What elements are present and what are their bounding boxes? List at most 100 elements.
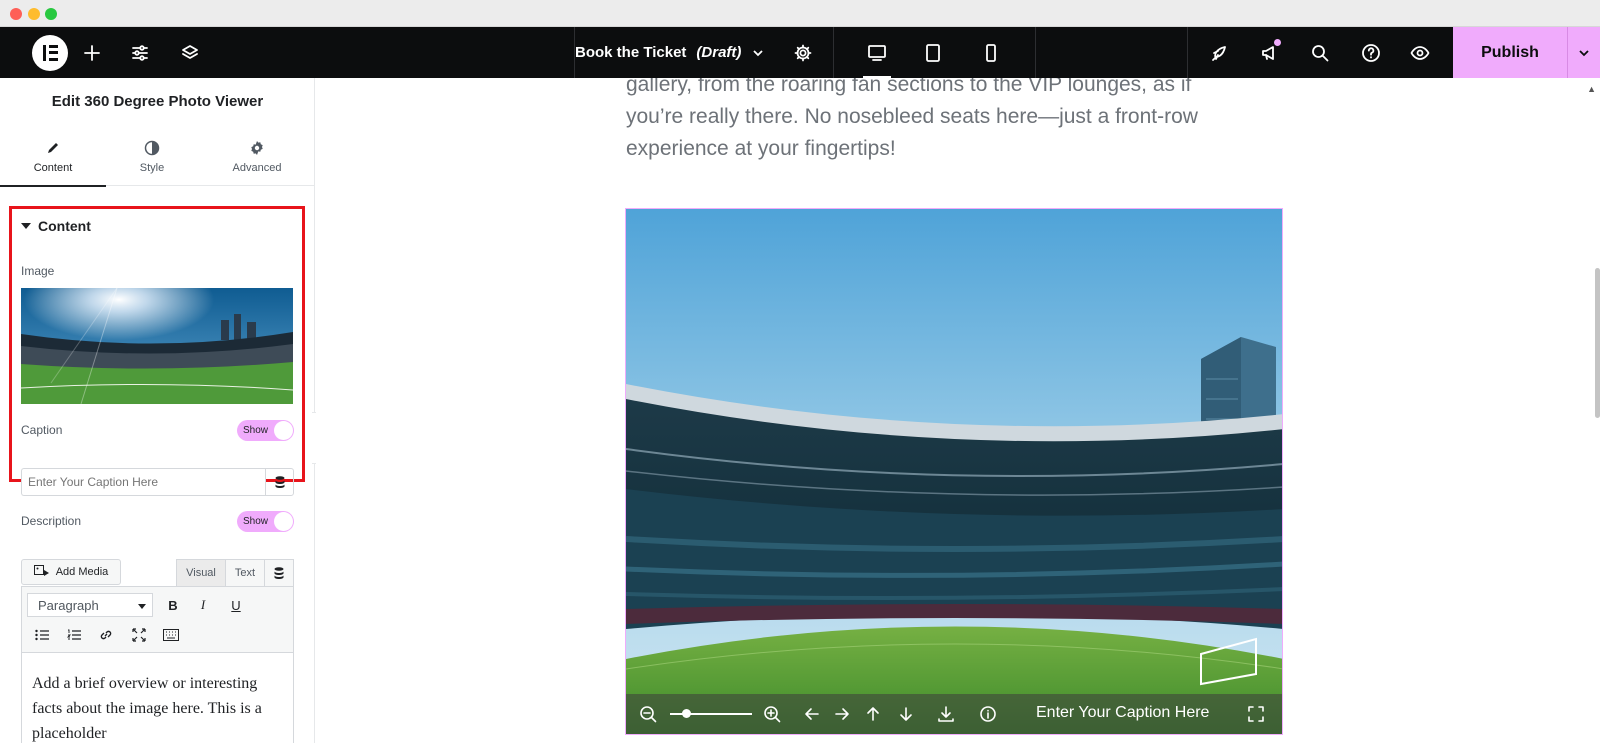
stadium-panorama	[626, 209, 1282, 734]
chevron-down-icon	[753, 49, 764, 56]
page-canvas: gallery, from the roaring fan sections t…	[316, 78, 1600, 743]
info-button[interactable]	[978, 704, 998, 724]
tab-style-label: Style	[139, 162, 165, 174]
numbered-list-icon	[67, 629, 81, 640]
keyboard-icon	[163, 629, 179, 641]
preview-button[interactable]	[1400, 27, 1440, 78]
rocket-icon	[1212, 45, 1226, 61]
zoom-in-button[interactable]	[762, 704, 782, 724]
tablet-view-button[interactable]	[913, 27, 953, 78]
arrow-down-icon	[900, 707, 912, 721]
description-toggle-label: Show	[243, 516, 269, 527]
description-toggle[interactable]: Show	[237, 511, 294, 532]
viewer-caption: Enter Your Caption Here	[1036, 704, 1210, 721]
zoom-slider-handle[interactable]	[682, 709, 691, 718]
add-media-button[interactable]: Add Media	[21, 559, 121, 585]
link-icon	[100, 630, 112, 640]
zoom-out-icon	[640, 706, 657, 723]
fullscreen-icon	[1248, 706, 1264, 722]
fullscreen-button[interactable]	[1246, 704, 1266, 724]
mobile-view-button[interactable]	[971, 27, 1011, 78]
format-select[interactable]: Paragraph	[27, 593, 153, 617]
page-title: Book the Ticket	[575, 44, 687, 61]
editor-tab-text[interactable]: Text	[225, 559, 265, 587]
editor-content[interactable]: Add a brief overview or interesting fact…	[21, 652, 294, 743]
half-circle-icon	[144, 140, 160, 156]
dynamic-tags-button[interactable]	[265, 468, 294, 496]
bold-button[interactable]: B	[162, 594, 184, 616]
link-button[interactable]	[95, 624, 117, 646]
tab-style[interactable]: Style	[99, 128, 205, 186]
panel-tabs: Content Style Advanced	[0, 128, 314, 187]
numbered-list-button[interactable]	[63, 624, 85, 646]
canvas-scrollbar[interactable]	[1595, 268, 1600, 418]
caption-toggle[interactable]: Show	[237, 420, 294, 441]
editor-topbar: Book the Ticket (Draft) Publish	[0, 27, 1600, 78]
chevron-down-icon	[1579, 49, 1589, 56]
pencil-icon	[48, 143, 58, 153]
add-element-button[interactable]	[72, 27, 112, 78]
desktop-view-button[interactable]	[855, 27, 899, 78]
plus-icon	[84, 44, 100, 61]
publish-button[interactable]: Publish	[1453, 27, 1567, 78]
editor-panel: Edit 360 Degree Photo Viewer Content Sty…	[0, 78, 315, 743]
viewer-controls: Enter Your Caption Here	[626, 694, 1282, 734]
format-select-value: Paragraph	[38, 598, 99, 613]
maximize-window-button[interactable]	[45, 8, 57, 20]
site-settings-button[interactable]	[120, 27, 160, 78]
italic-button[interactable]: I	[192, 594, 214, 616]
panel-title: Edit 360 Degree Photo Viewer	[51, 93, 264, 110]
layers-icon	[182, 44, 198, 59]
publish-options-button[interactable]	[1568, 27, 1600, 78]
pan-down-button[interactable]	[896, 704, 916, 724]
italic-icon: I	[200, 597, 206, 612]
help-button[interactable]	[1351, 27, 1391, 78]
caption-toggle-label: Show	[243, 425, 269, 436]
page-settings-button[interactable]	[783, 27, 823, 78]
page-status: (Draft)	[696, 44, 742, 61]
tablet-icon	[926, 43, 940, 62]
close-window-button[interactable]	[10, 8, 22, 20]
bullet-list-button[interactable]	[31, 624, 53, 646]
pan-left-button[interactable]	[802, 704, 822, 724]
help-icon	[1362, 43, 1380, 62]
tab-content[interactable]: Content	[0, 128, 106, 187]
editor-tab-visual[interactable]: Visual	[176, 559, 226, 587]
photo-viewer-360[interactable]: Enter Your Caption Here	[625, 208, 1283, 735]
arrow-up-icon	[867, 707, 879, 721]
launchpad-button[interactable]	[1200, 27, 1240, 78]
arrow-left-icon	[805, 708, 819, 720]
body-paragraph: gallery, from the roaring fan sections t…	[626, 78, 1198, 160]
pan-right-button[interactable]	[832, 704, 852, 724]
download-icon	[938, 706, 954, 722]
underline-button[interactable]: U	[225, 594, 247, 616]
tab-advanced[interactable]: Advanced	[204, 128, 310, 186]
zoom-out-button[interactable]	[638, 704, 658, 724]
gear-icon	[251, 141, 263, 155]
pan-up-button[interactable]	[863, 704, 883, 724]
tab-content-label: Content	[33, 162, 73, 174]
page-title-dropdown[interactable]: Book the Ticket (Draft)	[575, 27, 765, 78]
caption-input[interactable]	[21, 468, 265, 496]
download-button[interactable]	[936, 704, 956, 724]
structure-button[interactable]	[170, 27, 210, 78]
chevron-down-icon	[138, 604, 146, 609]
sliders-icon	[132, 44, 148, 61]
toggle-knob	[274, 421, 293, 440]
editor-dynamic-button[interactable]	[264, 559, 294, 587]
toolbar-toggle-button[interactable]	[160, 624, 182, 646]
media-icon	[33, 565, 49, 576]
whats-new-button[interactable]	[1250, 27, 1290, 78]
window-titlebar	[0, 0, 1600, 27]
desktop-icon	[868, 44, 886, 61]
expand-icon	[132, 628, 146, 642]
search-button[interactable]	[1300, 27, 1340, 78]
gear-icon	[794, 44, 812, 61]
search-icon	[1312, 44, 1329, 61]
minimize-window-button[interactable]	[28, 8, 40, 20]
underline-icon: U	[231, 597, 241, 613]
fullscreen-button[interactable]	[128, 624, 150, 646]
scroll-up-arrow-icon[interactable]: ▲	[1587, 84, 1596, 94]
bullet-list-icon	[35, 629, 49, 641]
elementor-logo[interactable]	[24, 27, 75, 78]
